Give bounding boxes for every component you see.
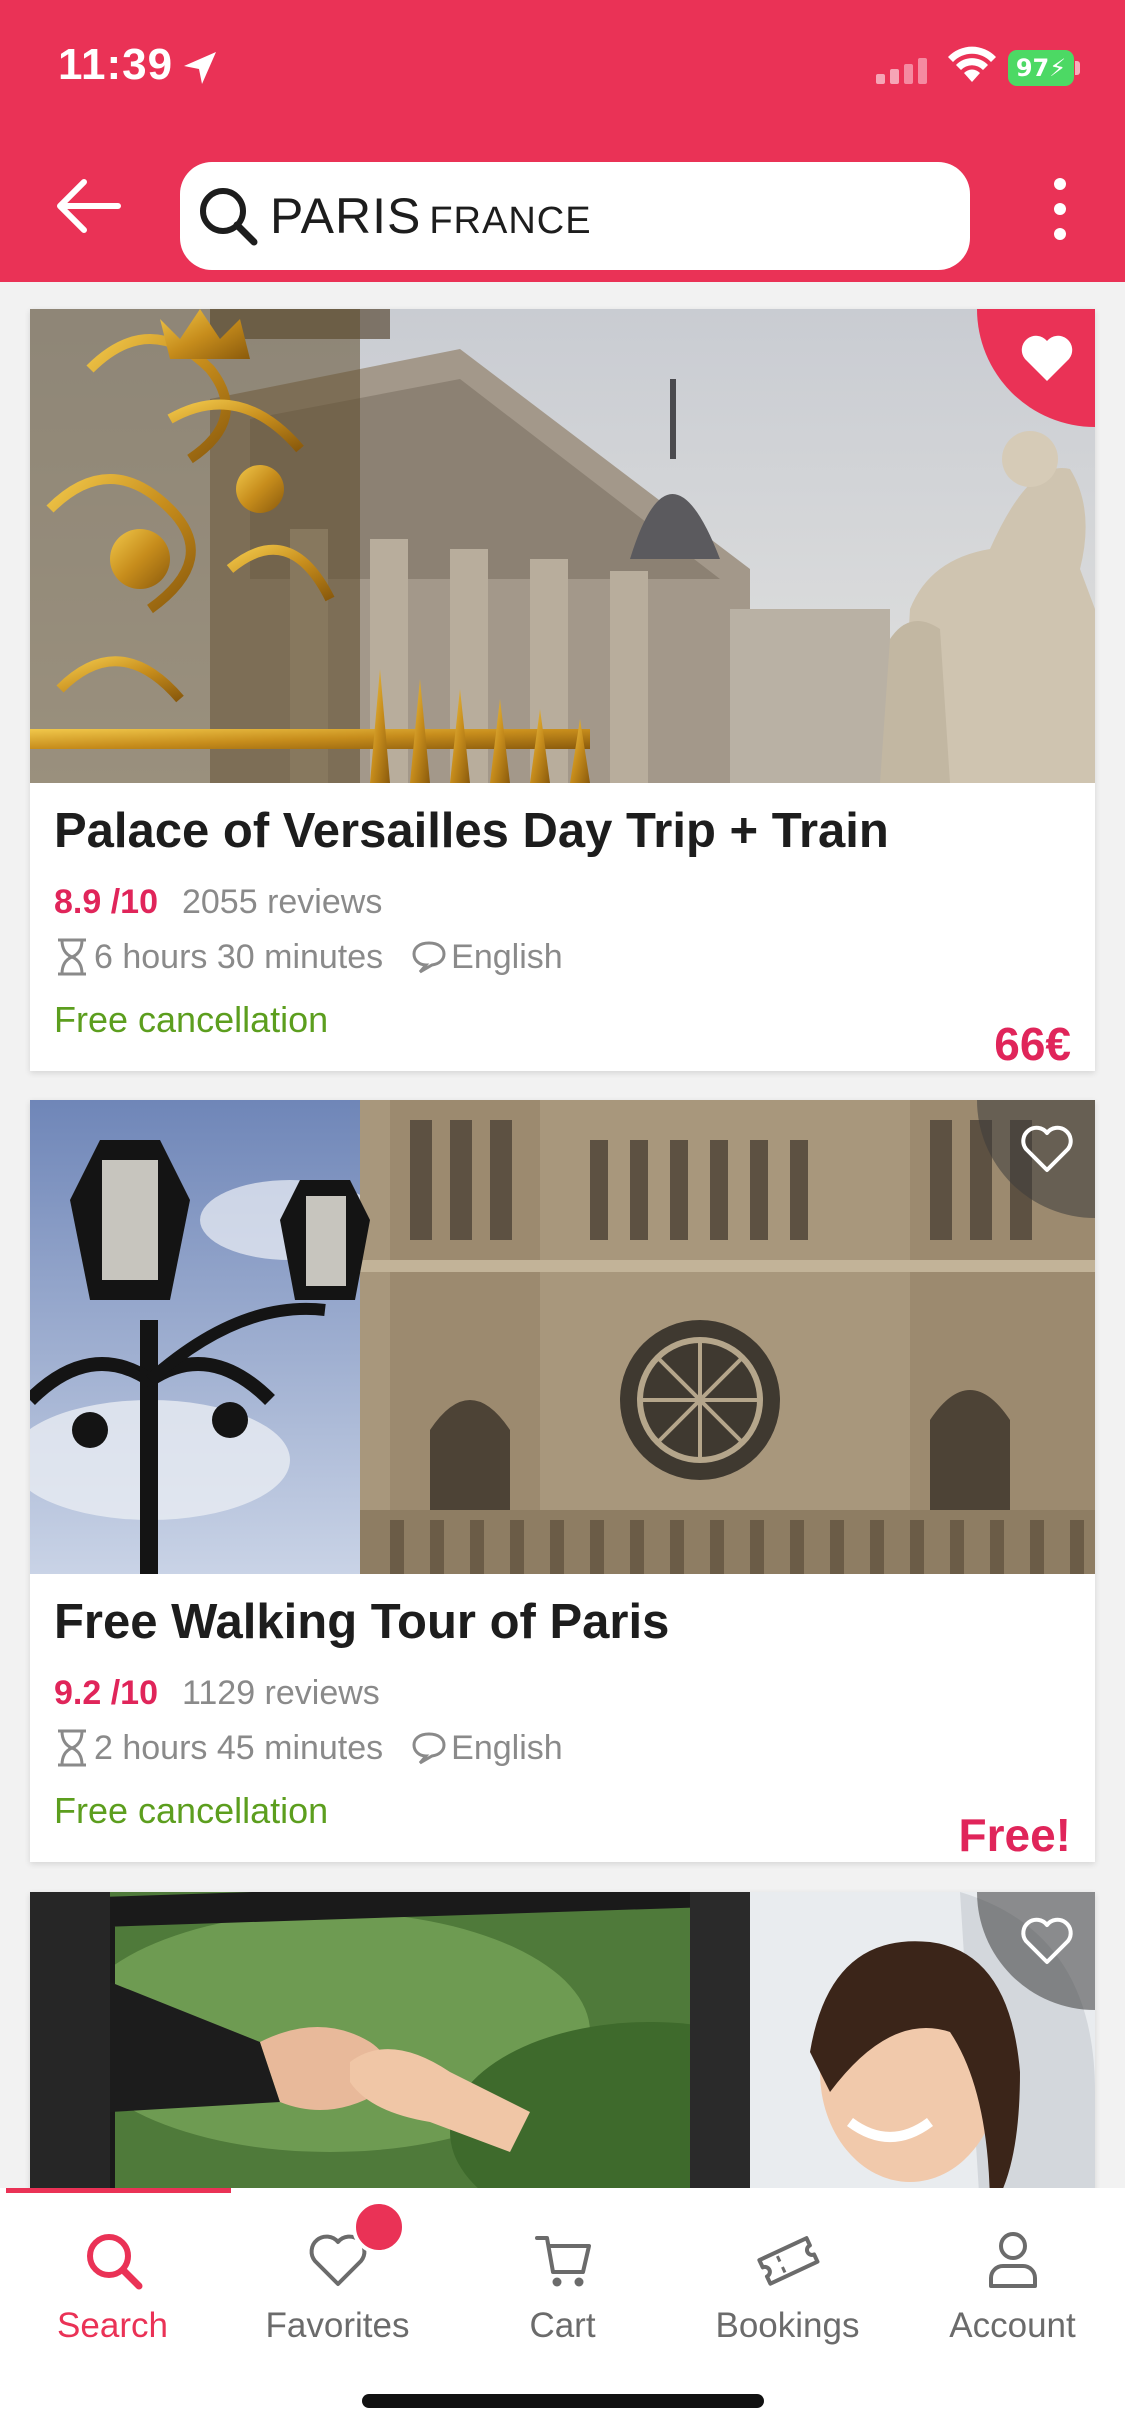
activity-card[interactable] <box>30 1892 1095 2188</box>
notre-dame-illustration <box>30 1100 1095 1574</box>
heart-outline-icon <box>1021 1917 1073 1964</box>
activity-card[interactable]: Free Walking Tour of Paris 9.2 /10 1129 r… <box>30 1100 1095 1862</box>
back-arrow-button[interactable] <box>52 176 124 236</box>
language: English <box>451 1728 563 1767</box>
results-list[interactable]: Palace of Versailles Day Trip + Train 8.… <box>0 282 1125 2188</box>
activity-image-versailles <box>30 309 1095 783</box>
tab-label: Bookings <box>715 2306 860 2345</box>
language-info: English <box>411 1729 563 1768</box>
cellular-signal-icon <box>876 58 927 84</box>
tab-label: Search <box>57 2306 168 2345</box>
rating-score: 9.2 /10 <box>54 1674 158 1712</box>
search-query: PARIS FRANCE <box>270 187 592 245</box>
tab-cart[interactable]: Cart <box>450 2210 675 2360</box>
tab-label: Account <box>949 2306 1076 2345</box>
cancellation-policy: Free cancellation <box>54 999 329 1040</box>
activity-title: Free Walking Tour of Paris <box>54 1595 670 1649</box>
home-indicator[interactable] <box>362 2394 764 2408</box>
language: English <box>451 937 563 976</box>
speech-bubble-icon <box>412 941 446 974</box>
search-input[interactable]: PARIS FRANCE <box>180 162 970 270</box>
activity-rating: 8.9 /10 2055 reviews <box>54 883 382 922</box>
wifi-icon <box>948 46 996 82</box>
tab-bookings[interactable]: Bookings <box>675 2210 900 2360</box>
activity-title: Palace of Versailles Day Trip + Train <box>54 804 889 858</box>
cancellation-policy: Free cancellation <box>54 1790 329 1831</box>
tab-favorites[interactable]: Favorites <box>225 2210 450 2360</box>
favorites-notification-badge <box>352 2200 406 2254</box>
heart-filled-icon <box>1021 335 1073 381</box>
battery-level: 97 <box>1015 54 1050 82</box>
more-options-button[interactable] <box>1038 174 1082 244</box>
location-arrow-icon <box>184 52 216 84</box>
activity-meta: 6 hours 30 minutes English <box>54 937 563 977</box>
chauffeur-illustration <box>30 1892 1095 2188</box>
ticket-icon <box>756 2236 819 2286</box>
heart-outline-icon <box>1021 1125 1073 1172</box>
review-count: 1129 reviews <box>181 1674 380 1712</box>
status-bar: 11:39 97 ⚡ <box>0 0 1125 140</box>
price: Free! <box>958 1809 1071 1861</box>
review-count: 2055 reviews <box>181 883 383 921</box>
versailles-illustration <box>30 309 1095 783</box>
active-tab-indicator <box>6 2188 231 2193</box>
battery-indicator: 97 ⚡ <box>1008 50 1074 86</box>
status-time: 11:39 <box>58 40 174 89</box>
search-icon <box>86 2234 142 2290</box>
activity-meta: 2 hours 45 minutes English <box>54 1728 563 1768</box>
tab-search[interactable]: Search <box>0 2210 225 2360</box>
hourglass-icon <box>58 938 86 976</box>
activity-image-private-driver <box>30 1892 1095 2188</box>
rating-score: 8.9 /10 <box>54 883 158 921</box>
charging-bolt-icon: ⚡ <box>1049 54 1067 82</box>
speech-bubble-icon <box>412 1732 446 1765</box>
search-icon <box>200 188 258 246</box>
activity-card[interactable]: Palace of Versailles Day Trip + Train 8.… <box>30 309 1095 1071</box>
tab-label: Favorites <box>265 2306 410 2345</box>
hourglass-icon <box>58 1729 86 1767</box>
tab-label: Cart <box>529 2306 596 2345</box>
search-country: FRANCE <box>429 200 592 242</box>
cart-icon <box>534 2236 591 2287</box>
duration: 2 hours 45 minutes <box>94 1728 384 1767</box>
activity-image-notre-dame <box>30 1100 1095 1574</box>
tab-account[interactable]: Account <box>900 2210 1125 2360</box>
search-city: PARIS <box>270 188 422 244</box>
person-icon <box>988 2232 1037 2288</box>
price: 66€ <box>994 1018 1071 1070</box>
duration: 6 hours 30 minutes <box>94 937 384 976</box>
app-header: 11:39 97 ⚡ PARIS FRANCE <box>0 0 1125 282</box>
language-info: English <box>411 938 563 977</box>
battery-cap <box>1075 61 1080 75</box>
activity-rating: 9.2 /10 1129 reviews <box>54 1674 380 1713</box>
